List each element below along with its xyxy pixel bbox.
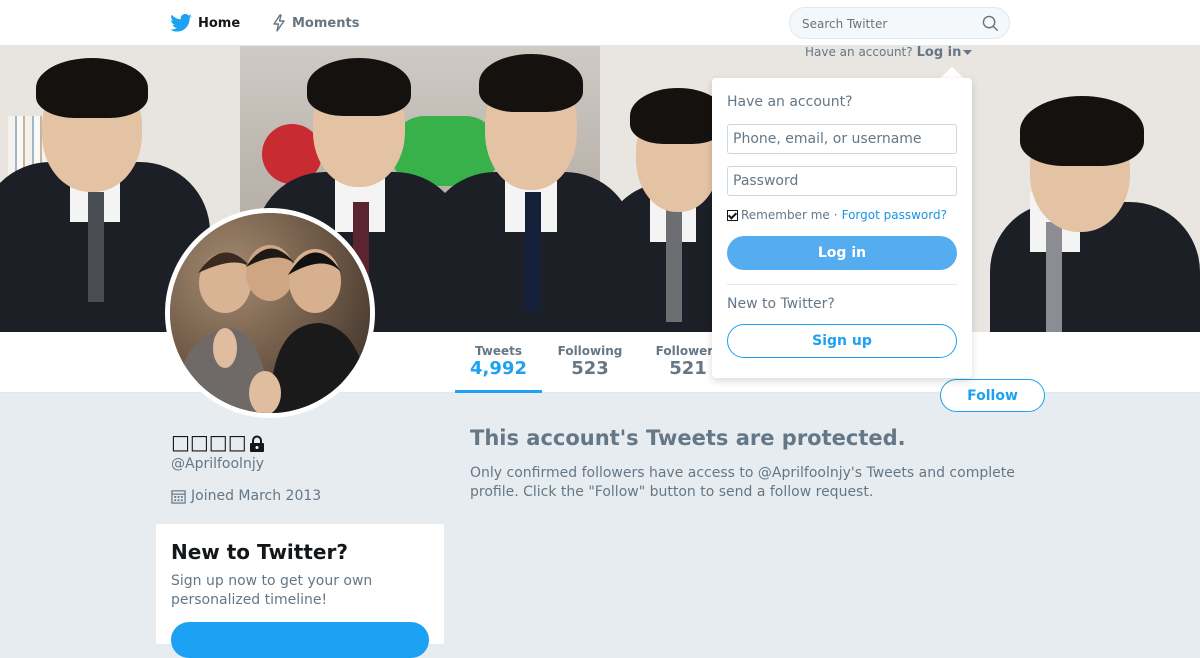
search-icon[interactable]	[982, 15, 999, 32]
forgot-password-link[interactable]: Forgot password?	[842, 208, 947, 222]
nav-home[interactable]: Home	[170, 0, 240, 46]
stat-following[interactable]: Following 523	[552, 332, 628, 393]
caret-down-icon	[963, 49, 973, 55]
dropdown-title: Have an account?	[727, 94, 853, 110]
login-prompt-text: Have an account?	[805, 45, 913, 59]
stat-tweets[interactable]: Tweets 4,992	[455, 332, 542, 393]
remember-separator: ·	[833, 208, 838, 222]
signup-card-button[interactable]	[171, 622, 429, 658]
login-button[interactable]: Log in	[727, 236, 957, 270]
protected-title: This account's Tweets are protected.	[470, 426, 906, 450]
login-dropdown: Have an account? Remember me · Forgot pa…	[712, 78, 972, 378]
avatar[interactable]	[165, 208, 375, 418]
login-dropdown-toggle[interactable]: Log in	[917, 45, 973, 60]
stat-following-label: Following	[557, 344, 623, 358]
remember-row: Remember me · Forgot password?	[727, 208, 947, 222]
nav-moments-label: Moments	[292, 15, 360, 31]
login-link-label: Log in	[916, 45, 962, 60]
profile-handle[interactable]: @Aprilfoolnjy	[171, 456, 264, 472]
signup-card-text: Sign up now to get your own personalized…	[171, 573, 373, 608]
signup-card-title: New to Twitter?	[171, 540, 348, 564]
signup-button[interactable]: Sign up	[727, 324, 957, 358]
calendar-icon	[171, 489, 186, 504]
username-field[interactable]	[727, 124, 957, 154]
remember-label[interactable]: Remember me	[741, 208, 830, 222]
new-to-twitter-label: New to Twitter?	[727, 296, 835, 312]
stat-tweets-label: Tweets	[474, 344, 523, 358]
password-field[interactable]	[727, 166, 957, 196]
lightning-icon	[273, 14, 285, 32]
nav-home-label: Home	[198, 15, 241, 31]
search-input[interactable]	[802, 14, 972, 34]
lock-icon	[249, 435, 264, 452]
dropdown-divider	[727, 284, 957, 285]
twitter-bird-icon	[170, 14, 192, 32]
login-prompt: Have an account? Log in	[805, 45, 973, 60]
top-nav-bar: Home Moments	[0, 0, 1200, 46]
stat-tweets-value: 4,992	[470, 358, 527, 379]
remember-checkbox[interactable]	[727, 209, 738, 221]
profile-joined: Joined March 2013	[171, 488, 321, 504]
nav-moments[interactable]: Moments	[272, 0, 359, 46]
stat-following-value: 523	[571, 358, 609, 379]
signup-promo-card: New to Twitter? Sign up now to get your …	[156, 524, 444, 658]
profile-name-text: □□□□	[171, 430, 247, 454]
protected-description: Only confirmed followers have access to …	[470, 465, 1015, 500]
search-box	[789, 7, 1010, 39]
profile-name: □□□□	[171, 430, 265, 454]
follow-button[interactable]: Follow	[940, 379, 1045, 412]
profile-joined-text: Joined March 2013	[191, 488, 322, 504]
